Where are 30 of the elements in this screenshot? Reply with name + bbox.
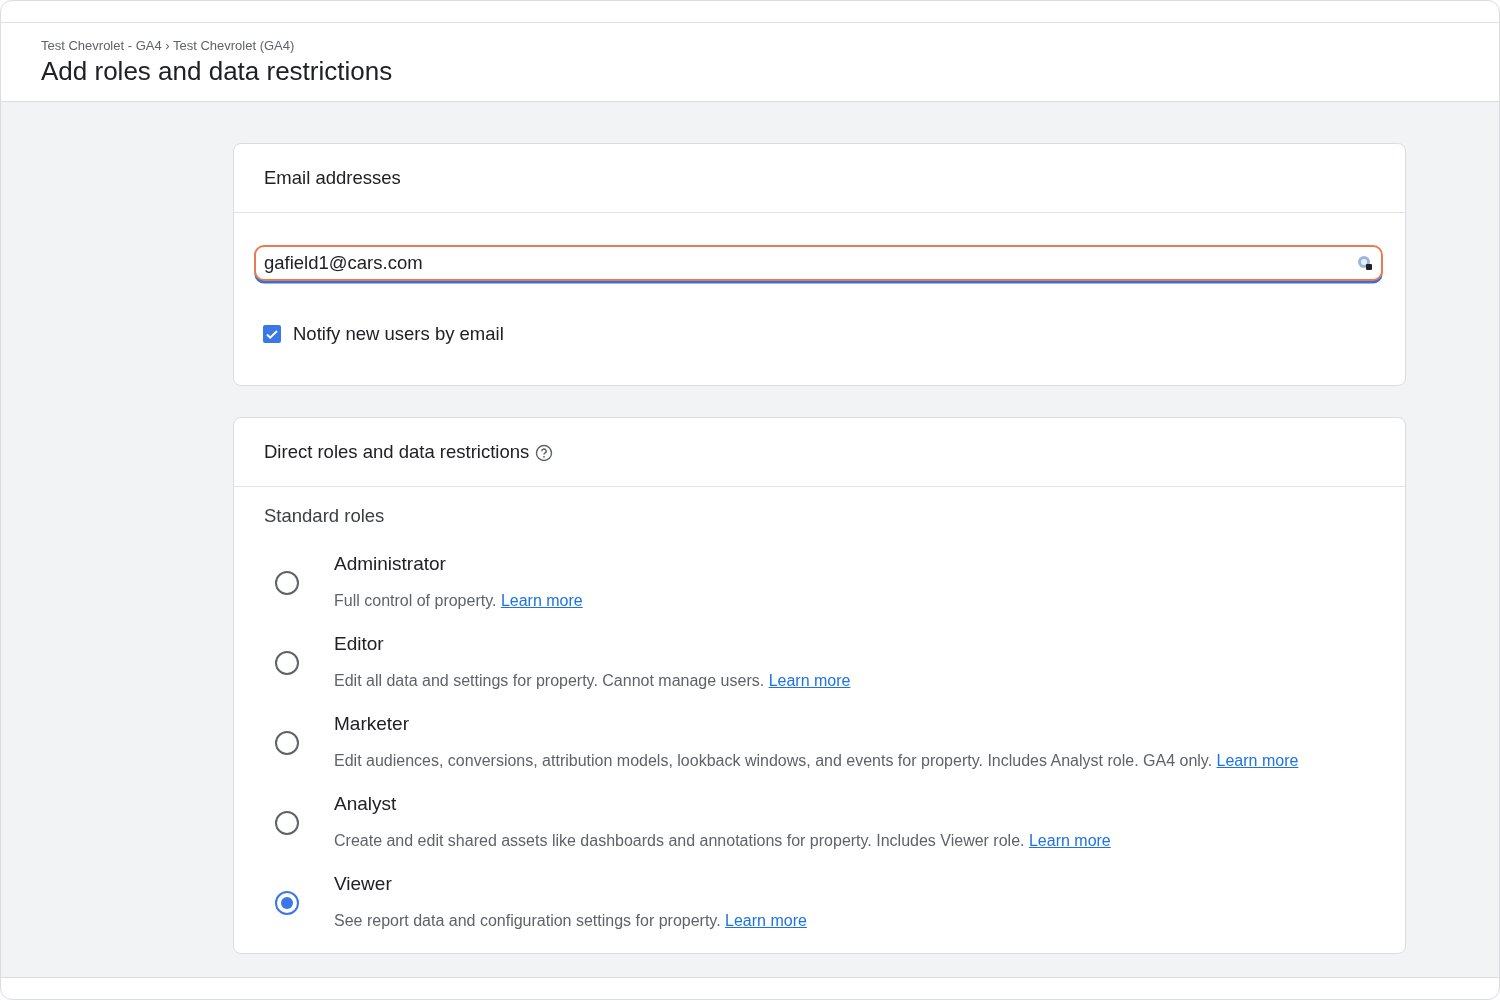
radio-button[interactable]: [275, 651, 299, 675]
card-title: Email addresses: [264, 167, 401, 189]
role-name: Marketer: [334, 713, 410, 735]
role-name: Administrator: [334, 553, 447, 575]
section-label: Standard roles: [264, 505, 386, 527]
page-title: Add roles and data restrictions: [41, 56, 394, 87]
autofill-icon[interactable]: [1357, 255, 1373, 271]
checkbox-label: Notify new users by email: [293, 323, 504, 345]
learn-more-link[interactable]: Learn more: [725, 912, 807, 929]
card-title: Direct roles and data restrictions: [264, 441, 530, 463]
learn-more-link[interactable]: Learn more: [768, 672, 851, 689]
help-icon[interactable]: [535, 444, 554, 462]
role-name: Analyst: [334, 793, 398, 815]
learn-more-link[interactable]: Learn more: [1028, 832, 1111, 849]
role-description: See report data and configuration settings for property. Learn more: [334, 911, 808, 931]
role-description: Edit all data and settings for property. Cannot manage users. Learn more: [334, 671, 852, 691]
checkbox[interactable]: [263, 325, 281, 343]
role-description: Full control of property. Learn more: [334, 591, 584, 611]
role-name: Viewer: [334, 873, 393, 895]
role-description: Create and edit shared assets like dashboards and annotations for property. Includes Viewer role. Learn more: [334, 831, 1112, 851]
breadcrumb: Test Chevrolet - GA4 › Test Chevrolet (GA4): [41, 38, 296, 53]
radio-button[interactable]: [275, 891, 299, 915]
email-field[interactable]: gafield1@cars.com: [254, 245, 1383, 281]
learn-more-link[interactable]: Learn more: [1216, 752, 1299, 769]
learn-more-link[interactable]: Learn more: [500, 592, 583, 609]
radio-button[interactable]: [275, 731, 299, 755]
radio-button[interactable]: [275, 571, 299, 595]
radio-button[interactable]: [275, 811, 299, 835]
role-name: Editor: [334, 633, 385, 655]
role-description: Edit audiences, conversions, attribution models, lookback windows, and events for property. Includes Analyst role. GA4 only. Learn more: [334, 751, 1300, 771]
